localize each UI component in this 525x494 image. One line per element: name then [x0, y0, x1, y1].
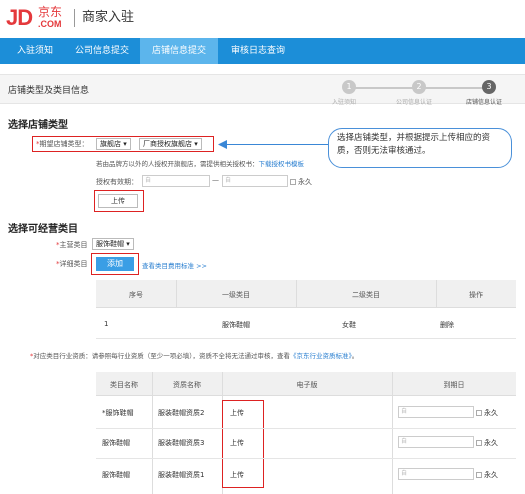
nav-item-store-info[interactable]: 店铺信息提交	[140, 38, 218, 64]
auth-permanent-option[interactable]: 永久	[290, 177, 312, 187]
category-row-no: 1	[104, 320, 109, 328]
col-divider	[152, 372, 153, 494]
qualification-hint: *对应类目行业资质：请参照每行业资质（至少一项必填），资质不全将无法通过审核，查…	[30, 352, 359, 360]
date-dash: —	[212, 176, 219, 184]
site-title: 商家入驻	[82, 10, 135, 25]
section-title: 店铺类型及类目信息	[8, 86, 90, 96]
qual-upload-link[interactable]: 上传	[230, 470, 244, 480]
category-row-level2: 女鞋	[342, 321, 356, 329]
col-header-qual-name: 资质名称	[173, 381, 201, 389]
detail-category-label: *详细类目	[56, 260, 88, 268]
qual-upload-link[interactable]: 上传	[230, 408, 244, 418]
qual-row-name: 服装鞋帽资质3	[158, 439, 205, 447]
store-type-label: *期望店铺类型：	[36, 140, 89, 148]
col-header-level1: 一级类目	[222, 291, 250, 299]
store-type-heading: 选择店铺类型	[8, 120, 68, 131]
step-1-dot: 1	[342, 80, 356, 94]
col-header-electronic: 电子版	[296, 381, 318, 389]
delete-category-link[interactable]: 删除	[440, 320, 454, 330]
col-header-cat-name: 类目名称	[110, 381, 138, 389]
step-2-label: 公司信息认证	[396, 99, 433, 106]
nav-item-audit-log[interactable]: 审核日志查询	[218, 38, 298, 64]
category-heading: 选择可经营类目	[8, 224, 78, 235]
qual-row-category: *服饰鞋帽	[102, 409, 134, 417]
qual-expiry-date[interactable]: 自	[398, 406, 474, 418]
add-category-button[interactable]: 添加	[96, 257, 134, 271]
auth-upload-button[interactable]: 上传	[98, 194, 138, 208]
jd-logo-chinese: 京东	[38, 5, 63, 19]
step-3-label: 店铺信息认证	[466, 99, 503, 106]
nav-item-guide[interactable]: 入驻须知	[6, 38, 64, 64]
col-header-expiry: 到期日	[443, 381, 465, 389]
qual-upload-link[interactable]: 上传	[230, 438, 244, 448]
main-category-select[interactable]: 服饰鞋帽 ▾	[92, 238, 134, 250]
category-fee-link[interactable]: 查看类目费用标准 >>	[142, 260, 207, 270]
jd-logo[interactable]: JD	[6, 7, 33, 29]
store-subtype-select[interactable]: 厂商授权旗舰店 ▾	[139, 138, 202, 150]
download-template-link[interactable]: 下载授权书模板	[259, 160, 305, 168]
auth-start-date[interactable]: 自	[142, 175, 210, 187]
row-divider	[96, 458, 516, 459]
qual-expiry-date[interactable]: 自	[398, 436, 474, 448]
auth-end-date[interactable]: 自	[222, 175, 288, 187]
qual-expiry-date[interactable]: 自	[398, 468, 474, 480]
store-type-select[interactable]: 旗舰店 ▾	[96, 138, 131, 150]
logo-divider	[74, 9, 75, 27]
callout-arrow-line	[226, 144, 330, 145]
qual-row-name: 服装鞋帽资质2	[158, 409, 205, 417]
qual-row-category: 服饰鞋帽	[102, 471, 130, 479]
qual-permanent-option[interactable]: 永久	[476, 470, 498, 480]
step-3-dot: 3	[482, 80, 496, 94]
col-divider	[392, 372, 393, 494]
qual-row-category: 服饰鞋帽	[102, 439, 130, 447]
qualification-standard-link[interactable]: 《京东行业资质标准》	[290, 352, 352, 360]
category-row-level1: 服饰鞋帽	[222, 321, 250, 329]
step-2-dot: 2	[412, 80, 426, 94]
col-header-action: 操作	[469, 291, 483, 299]
col-header-no: 序号	[129, 291, 143, 299]
qual-permanent-option[interactable]: 永久	[476, 438, 498, 448]
callout-arrow-icon	[218, 140, 227, 149]
row-divider	[96, 428, 516, 429]
step-1-label: 入驻须知	[332, 99, 357, 106]
main-category-label: *主营类目	[56, 241, 88, 249]
row-divider	[96, 338, 516, 339]
auth-period-label: 授权有效期：	[96, 178, 138, 186]
qual-row-name: 服装鞋帽资质1	[158, 471, 205, 479]
auth-hint: 若由品牌方以外的人授权开旗舰店，需提供相关授权书：下载授权书模板	[96, 160, 305, 168]
jd-logo-com: .COM	[38, 19, 62, 29]
col-header-level2: 二级类目	[352, 291, 380, 299]
qual-permanent-option[interactable]: 永久	[476, 408, 498, 418]
nav-item-company-info[interactable]: 公司信息提交	[64, 38, 140, 64]
store-type-callout: 选择店铺类型，并根据提示上传相应的资质，否则无法审核通过。	[328, 128, 512, 168]
